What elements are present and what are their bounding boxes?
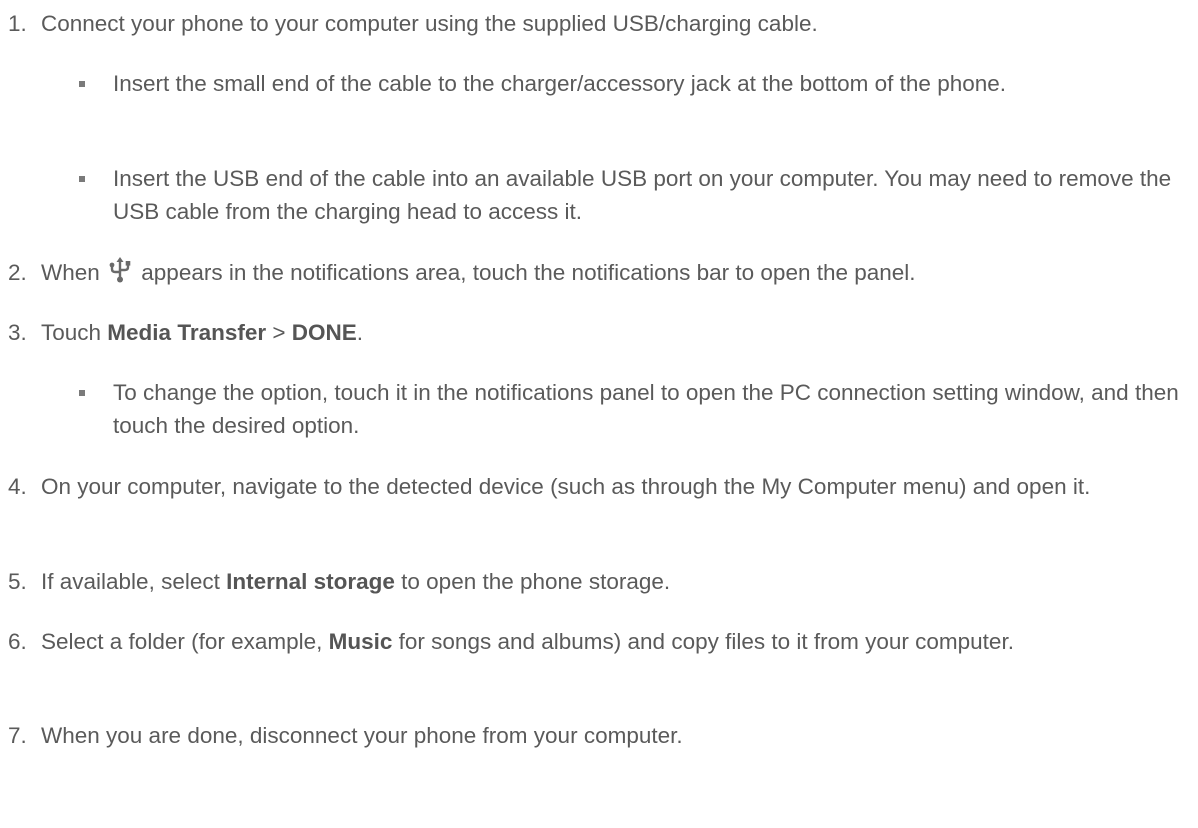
text-segment: If available, select [41,569,227,594]
sub-text: Insert the USB end of the cable into an … [113,166,1172,224]
step-number: 7. [8,723,27,748]
step-text: When you are done, disconnect your phone… [41,723,683,748]
step-text: Connect your phone to your computer usin… [41,11,818,36]
bold-option-media-transfer: Media Transfer [107,320,267,345]
step-7: 7. When you are done, disconnect your ph… [8,719,1188,752]
step-text: If available, select Internal storage to… [41,565,1189,598]
step-6: 6. Select a folder (for example, Music f… [8,625,1188,658]
square-bullet-icon [79,176,85,182]
step-text: When appears in the notifications area, … [41,256,1189,292]
step-5: 5. If available, select Internal storage… [8,565,1188,598]
step-text-before-icon: When [41,260,107,285]
step-text: On your computer, navigate to the detect… [41,474,1091,499]
step-number: 4. [8,474,27,499]
step-number: 6. [8,629,27,654]
step-text: Select a folder (for example, Music for … [41,625,1189,658]
square-bullet-icon [79,81,85,87]
bold-option-music: Music [328,629,393,654]
bold-option-done: DONE [291,320,357,345]
usb-icon [108,257,132,292]
sub-text: Insert the small end of the cable to the… [113,71,1007,96]
step-text: Touch Media Transfer > DONE. [41,316,1189,349]
bold-option-internal-storage: Internal storage [226,569,395,594]
step-number: 3. [8,320,27,345]
text-segment: Touch [41,320,108,345]
text-segment: > [266,320,292,345]
text-segment: to open the phone storage. [394,569,671,594]
text-segment: for songs and albums) and copy files to … [392,629,1014,654]
step-2: 2. When appears in the notifications are… [8,256,1188,292]
text-segment: Select a folder (for example, [41,629,329,654]
step-text-after-icon: appears in the notifications area, touch… [135,260,916,285]
instructions-page: 1. Connect your phone to your computer u… [0,0,1198,828]
step-4: 4. On your computer, navigate to the det… [8,470,1188,503]
step-1-sub-2: Insert the USB end of the cable into an … [79,162,1179,228]
step-number: 2. [8,260,27,285]
square-bullet-icon [79,390,85,396]
step-3: 3. Touch Media Transfer > DONE. [8,316,1188,349]
sub-text: To change the option, touch it in the no… [113,380,1179,438]
text-segment: . [356,320,364,345]
step-number: 1. [8,11,27,36]
step-1-sub-1: Insert the small end of the cable to the… [79,67,1179,100]
step-3-sub-1: To change the option, touch it in the no… [79,376,1179,442]
step-number: 5. [8,569,27,594]
step-1: 1. Connect your phone to your computer u… [8,7,1188,40]
